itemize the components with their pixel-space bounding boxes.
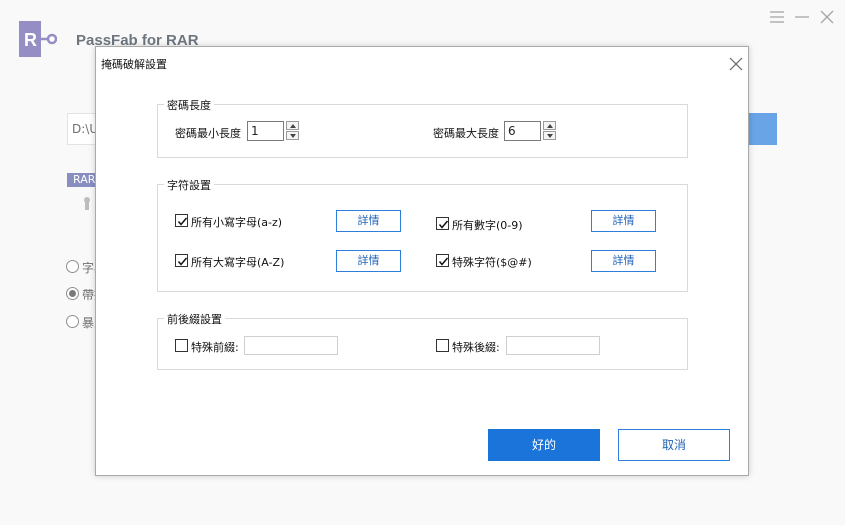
uppercase-details-button[interactable]: 詳情	[336, 250, 401, 272]
lowercase-details-button[interactable]: 詳情	[336, 210, 401, 232]
special-chars-checkbox[interactable]	[436, 254, 449, 267]
digits-details-button[interactable]: 詳情	[591, 210, 656, 232]
prefix-checkbox[interactable]	[175, 339, 188, 352]
min-length-label: 密碼最小長度	[175, 127, 241, 140]
charset-title: 字符設置	[164, 177, 214, 193]
cancel-button[interactable]: 取消	[618, 429, 730, 461]
dialog-title: 掩碼破解設置	[101, 58, 167, 71]
suffix-checkbox[interactable]	[436, 339, 449, 352]
prefix-label: 特殊前綴:	[191, 341, 239, 354]
uppercase-checkbox[interactable]	[175, 254, 188, 267]
special-chars-details-button[interactable]: 詳情	[591, 250, 656, 272]
max-length-down-button[interactable]	[543, 131, 556, 140]
special-chars-label: 特殊字符($@#)	[452, 256, 532, 269]
min-length-up-button[interactable]	[286, 121, 299, 130]
uppercase-label: 所有大寫字母(A-Z)	[191, 256, 285, 269]
digits-label: 所有數字(0-9)	[452, 219, 523, 232]
suffix-label: 特殊後綴:	[452, 341, 500, 354]
lowercase-label: 所有小寫字母(a-z)	[191, 216, 283, 229]
prefix-input[interactable]	[244, 336, 338, 355]
password-length-title: 密碼長度	[164, 97, 214, 113]
dialog-close-icon[interactable]	[729, 57, 743, 71]
ok-button[interactable]: 好的	[488, 429, 600, 461]
max-length-up-button[interactable]	[543, 121, 556, 130]
digits-checkbox[interactable]	[436, 217, 449, 230]
max-length-label: 密碼最大長度	[433, 127, 499, 140]
affix-title: 前後綴設置	[164, 311, 225, 327]
charset-group: 字符設置	[157, 177, 688, 292]
min-length-down-button[interactable]	[286, 131, 299, 140]
lowercase-checkbox[interactable]	[175, 214, 188, 227]
min-length-input[interactable]: 1	[247, 121, 284, 141]
mask-attack-settings-dialog: 掩碼破解設置 密碼長度 密碼最小長度 1 密碼最大長度 6 字符設置 所有小寫字…	[95, 46, 749, 476]
max-length-input[interactable]: 6	[504, 121, 541, 141]
suffix-input[interactable]	[506, 336, 600, 355]
